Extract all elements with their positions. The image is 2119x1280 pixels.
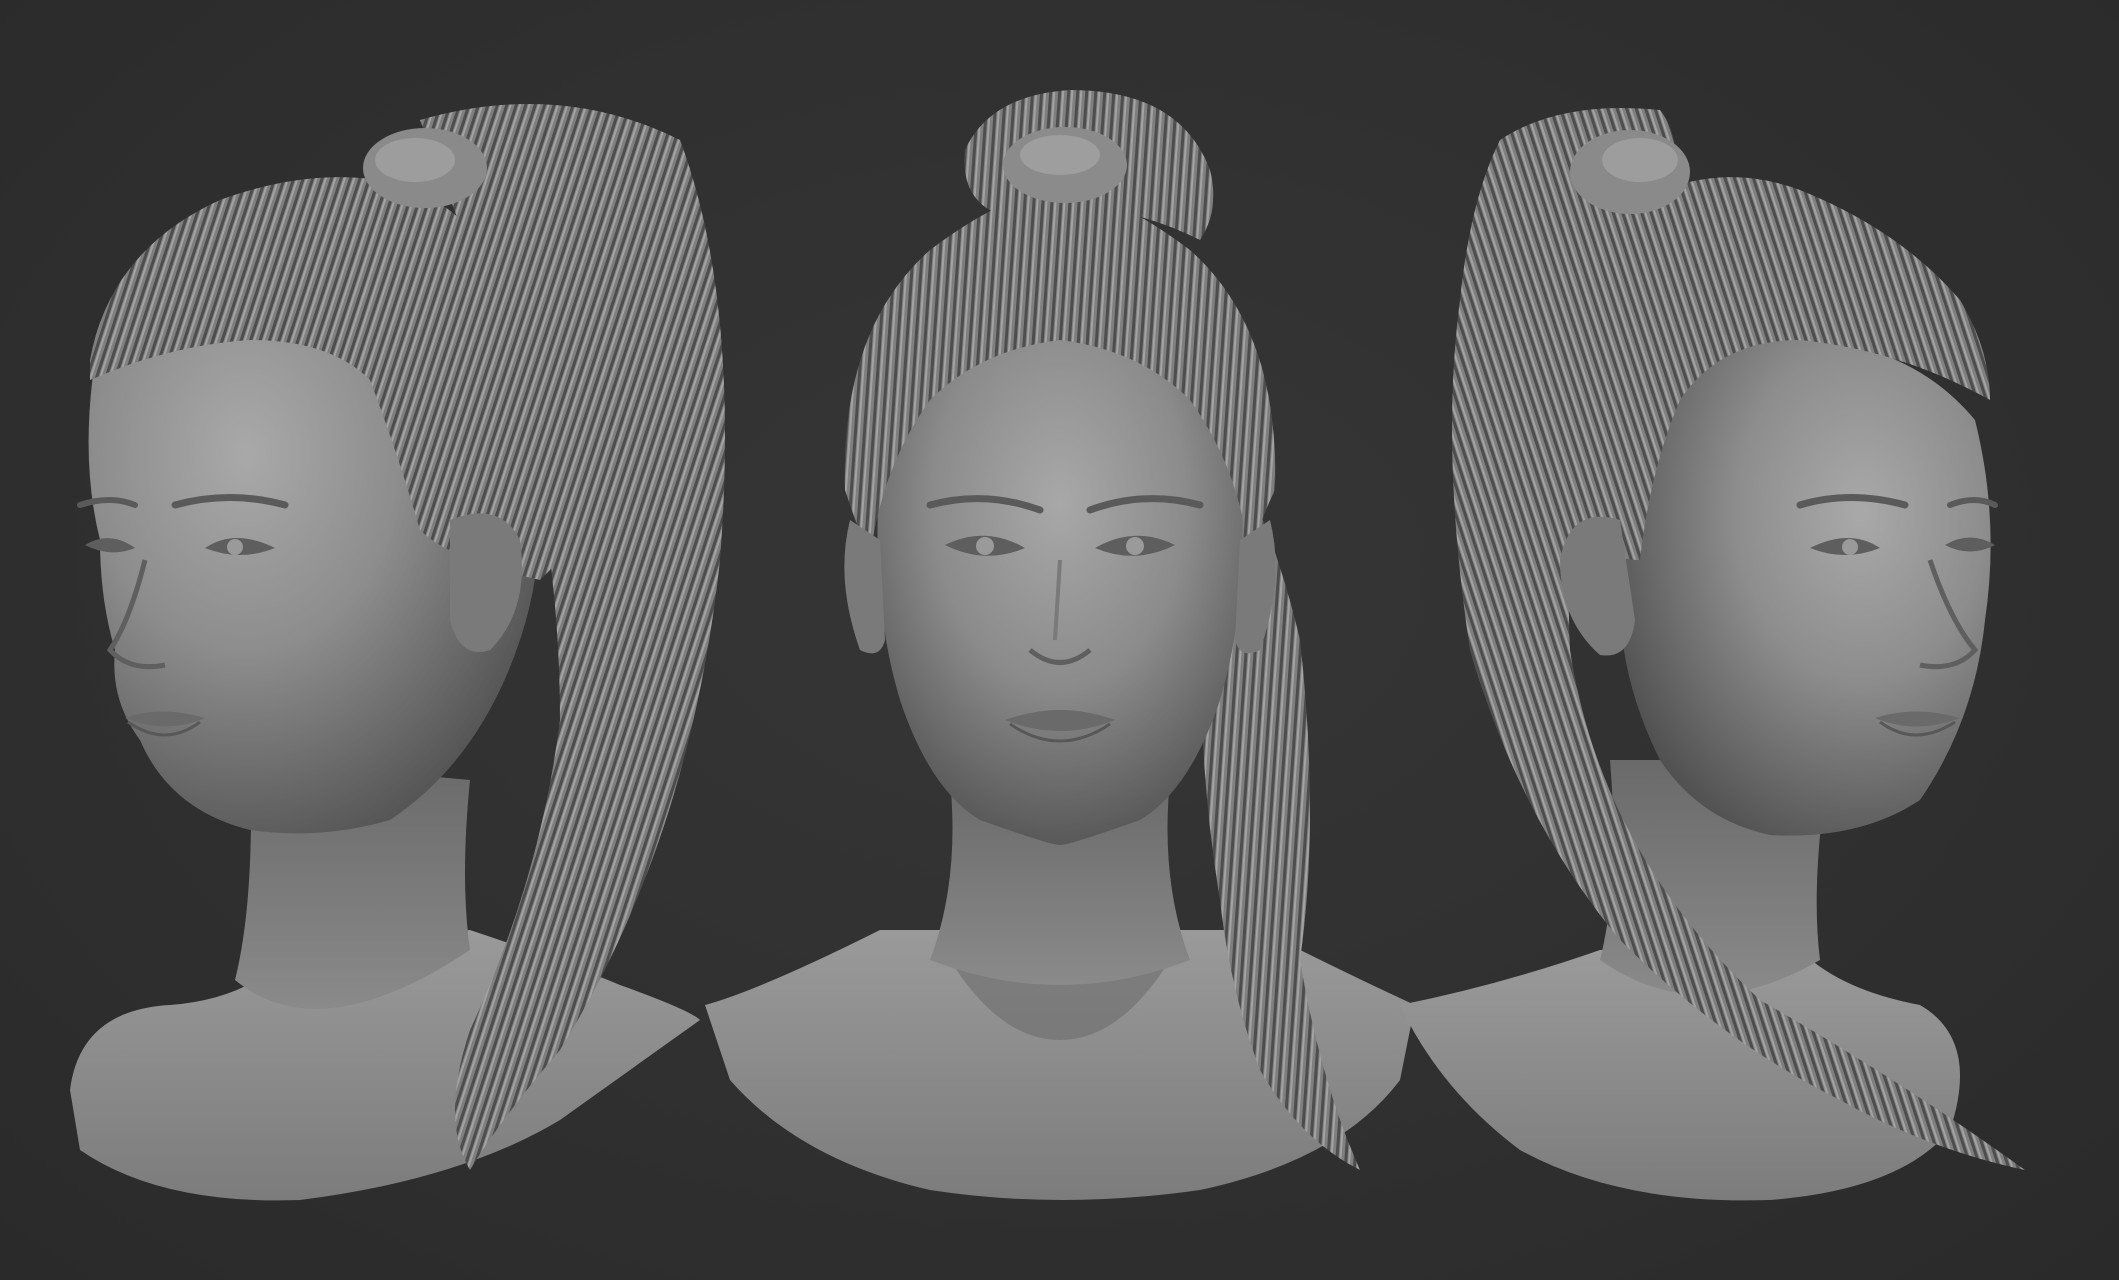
bust-three-quarter-left bbox=[70, 104, 725, 1201]
render-viewport bbox=[0, 0, 2119, 1280]
bust-front bbox=[705, 90, 1415, 1200]
sculpt-render bbox=[70, 90, 2025, 1201]
bust-three-quarter-right bbox=[1400, 108, 2025, 1201]
